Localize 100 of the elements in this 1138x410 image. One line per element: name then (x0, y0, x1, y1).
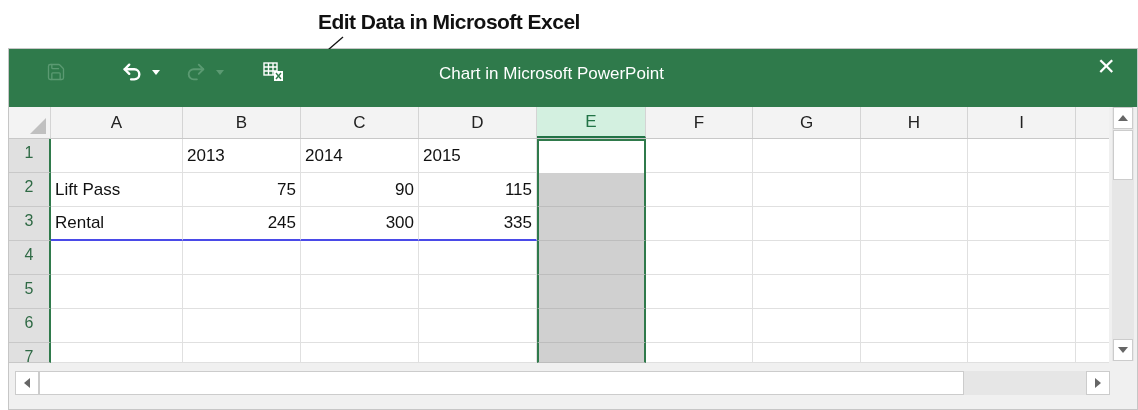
grid-cell[interactable] (861, 309, 968, 343)
grid-cell[interactable] (419, 309, 537, 343)
selected-cell[interactable] (537, 139, 646, 173)
grid-cell[interactable]: 75 (183, 173, 301, 207)
caret-icon[interactable] (152, 69, 160, 75)
grid-cell[interactable] (1076, 207, 1109, 241)
grid-cell[interactable] (51, 241, 183, 275)
column-header[interactable]: B (183, 107, 301, 138)
selected-cell[interactable] (537, 173, 646, 207)
grid-cell[interactable] (301, 309, 419, 343)
grid-cell[interactable] (968, 275, 1076, 309)
grid-cell[interactable] (646, 309, 753, 343)
grid-cell[interactable] (183, 275, 301, 309)
grid-cell[interactable] (646, 139, 753, 173)
grid-cell[interactable] (861, 343, 968, 363)
grid-cell[interactable] (646, 343, 753, 363)
grid-cell[interactable] (51, 275, 183, 309)
annotation-label: Edit Data in Microsoft Excel (318, 10, 580, 33)
grid-cell[interactable] (1076, 173, 1109, 207)
grid-cell[interactable]: 300 (301, 207, 419, 241)
grid-cell[interactable]: 2015 (419, 139, 537, 173)
row-header[interactable]: 2 (9, 173, 51, 207)
cell-text: 300 (385, 212, 414, 235)
scroll-thumb[interactable] (1113, 130, 1133, 180)
scroll-down-icon[interactable] (1113, 339, 1133, 361)
grid-cell[interactable] (301, 343, 419, 363)
horizontal-scrollbar[interactable] (15, 371, 1110, 395)
grid-cell[interactable] (968, 139, 1076, 173)
grid-cell[interactable] (968, 241, 1076, 275)
row-header[interactable]: 7 (9, 343, 51, 363)
selected-cell[interactable] (537, 343, 646, 363)
scroll-right-icon[interactable] (1086, 371, 1110, 395)
grid-cell[interactable] (968, 309, 1076, 343)
grid-cell[interactable]: 115 (419, 173, 537, 207)
grid-cell[interactable] (183, 309, 301, 343)
column-header[interactable]: G (753, 107, 861, 138)
grid-cell[interactable] (753, 343, 861, 363)
vertical-scrollbar[interactable] (1112, 107, 1134, 361)
selected-cell[interactable] (537, 309, 646, 343)
grid-cell[interactable]: 335 (419, 207, 537, 241)
grid-cell[interactable] (968, 173, 1076, 207)
window-title: Chart in Microsoft PowerPoint (439, 63, 664, 85)
grid-cell[interactable] (51, 309, 183, 343)
grid-cell[interactable] (301, 241, 419, 275)
grid-cell[interactable] (419, 241, 537, 275)
grid-cell[interactable]: Rental (51, 207, 183, 241)
row-header[interactable]: 3 (9, 207, 51, 241)
grid-cell[interactable] (753, 173, 861, 207)
grid-cell[interactable] (646, 241, 753, 275)
grid-cell[interactable] (861, 241, 968, 275)
grid-cell[interactable] (968, 343, 1076, 363)
scroll-thumb[interactable] (39, 371, 964, 395)
grid-cell[interactable] (419, 343, 537, 363)
grid-cell[interactable] (753, 207, 861, 241)
grid-cell[interactable] (861, 173, 968, 207)
grid-cell[interactable]: 2013 (183, 139, 301, 173)
grid-cell[interactable] (861, 207, 968, 241)
grid-cell[interactable] (183, 241, 301, 275)
column-header[interactable]: E (537, 107, 646, 138)
grid-cell[interactable] (1076, 309, 1109, 343)
grid-cell[interactable] (183, 343, 301, 363)
grid-cell[interactable] (1076, 343, 1109, 363)
grid-cell[interactable] (753, 309, 861, 343)
grid-cell[interactable] (419, 275, 537, 309)
row-header[interactable]: 5 (9, 275, 51, 309)
grid-cell[interactable]: Lift Pass (51, 173, 183, 207)
grid-cell[interactable] (753, 241, 861, 275)
column-header[interactable]: A (51, 107, 183, 138)
grid-cell[interactable] (968, 207, 1076, 241)
scroll-left-icon[interactable] (15, 371, 39, 395)
grid-cell[interactable] (753, 275, 861, 309)
row-header[interactable]: 4 (9, 241, 51, 275)
grid-cell[interactable]: 245 (183, 207, 301, 241)
grid-cell[interactable] (1076, 241, 1109, 275)
cell-text: 335 (503, 212, 532, 235)
grid-cell[interactable]: 2014 (301, 139, 419, 173)
column-header[interactable]: F (646, 107, 753, 138)
column-header[interactable]: H (861, 107, 968, 138)
grid-cell[interactable] (1076, 275, 1109, 309)
scroll-up-icon[interactable] (1113, 107, 1133, 129)
grid-cell[interactable] (861, 139, 968, 173)
column-header[interactable]: C (301, 107, 419, 138)
grid-cell[interactable] (51, 139, 183, 173)
column-header[interactable]: I (968, 107, 1076, 138)
grid-cell[interactable] (301, 275, 419, 309)
close-button[interactable]: × (1097, 51, 1115, 81)
row-header[interactable]: 1 (9, 139, 51, 173)
selected-cell[interactable] (537, 275, 646, 309)
grid-cell[interactable] (646, 275, 753, 309)
grid-cell[interactable] (1076, 139, 1109, 173)
grid-cell[interactable] (646, 173, 753, 207)
select-all-triangle-icon[interactable] (30, 118, 46, 134)
selected-cell[interactable] (537, 241, 646, 275)
grid-cell[interactable] (753, 139, 861, 173)
selected-cell[interactable] (537, 207, 646, 241)
grid-cell[interactable] (861, 275, 968, 309)
grid-cell[interactable] (51, 343, 183, 363)
row-header[interactable]: 6 (9, 309, 51, 343)
grid-cell[interactable]: 90 (301, 173, 419, 207)
grid-cell[interactable] (646, 207, 753, 241)
